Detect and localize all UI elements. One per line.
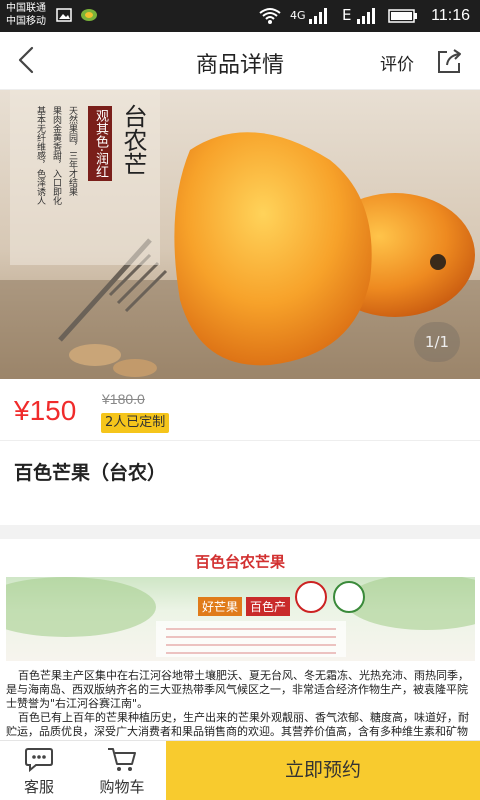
- carrier-2: 中国移动: [6, 16, 46, 27]
- customer-service-button[interactable]: 客服: [0, 741, 78, 800]
- shopping-cart-icon: [108, 748, 136, 771]
- reserve-now-button[interactable]: 立即预约: [166, 741, 480, 800]
- app-header: 商品详情 评价: [0, 32, 480, 90]
- cart-label: 购物车: [99, 778, 145, 796]
- banner-graphic: [6, 577, 475, 657]
- banner-slogan-2: 百色产: [246, 597, 291, 616]
- battery-icon: [388, 9, 417, 23]
- image-caption-line-1: 天然果园，三年才结果: [67, 106, 77, 196]
- detail-paragraph-2: 百色已有上百年的芒果种植历史，生产出来的芒果外观靓丽、香气浓郁、糖度高，味道好，…: [6, 711, 469, 738]
- original-price: ¥180.0: [102, 391, 145, 407]
- network-type-1: 4G: [290, 9, 306, 22]
- product-image-carousel[interactable]: 台农芒 观其色·润红 天然果园，三年才结果 果肉金黄香甜，入口即化 基本无纤维感…: [0, 90, 480, 379]
- detail-heading: 百色台农芒果: [194, 553, 285, 571]
- product-detail: 百色台农芒果 好芒果 百色产 百色芒果主产区集中在右江河谷地带土壤肥沃、夏无台风…: [0, 539, 480, 739]
- clock: 11:16: [431, 7, 470, 24]
- customer-service-label: 客服: [23, 778, 54, 796]
- current-price: ¥150: [14, 395, 77, 426]
- app-notification-icon: [81, 9, 97, 21]
- product-name: 百色芒果（台农）: [14, 462, 167, 484]
- image-pager: 1/1: [414, 322, 460, 362]
- detail-banner-image: 好芒果 百色产: [6, 577, 475, 661]
- price-section: ¥150 ¥180.0 2人已定制: [0, 379, 480, 441]
- bottom-action-bar: 客服 购物车 立即预约: [0, 740, 480, 800]
- image-notification-icon: [56, 8, 72, 22]
- signal-2-icon: [357, 8, 375, 24]
- status-bar: 中国联通 中国移动 4G E 11:16: [0, 0, 480, 32]
- signal-1-icon: [309, 8, 327, 24]
- wifi-icon: [259, 8, 281, 24]
- image-caption-slogan: 观其色·润红: [88, 106, 112, 182]
- cart-button[interactable]: 购物车: [78, 741, 166, 800]
- carrier-1: 中国联通: [6, 3, 46, 14]
- image-caption-line-3: 基本无纤维感，色泽诱人: [35, 106, 45, 205]
- network-type-2: E: [342, 6, 352, 24]
- image-caption-line-2: 果肉金黄香甜，入口即化: [51, 106, 61, 205]
- image-caption-title: 台农芒: [119, 104, 147, 176]
- detail-paragraph-1: 百色芒果主产区集中在右江河谷地带土壤肥沃、夏无台风、冬无霜冻、光热充沛、雨热同季…: [6, 669, 469, 710]
- chat-icon: [25, 748, 53, 773]
- review-button[interactable]: 评价: [380, 50, 414, 75]
- banner-slogan-1: 好芒果: [198, 597, 243, 616]
- section-divider: [0, 525, 480, 539]
- reserved-count-badge: 2人已定制: [101, 413, 170, 433]
- share-icon[interactable]: [434, 46, 464, 76]
